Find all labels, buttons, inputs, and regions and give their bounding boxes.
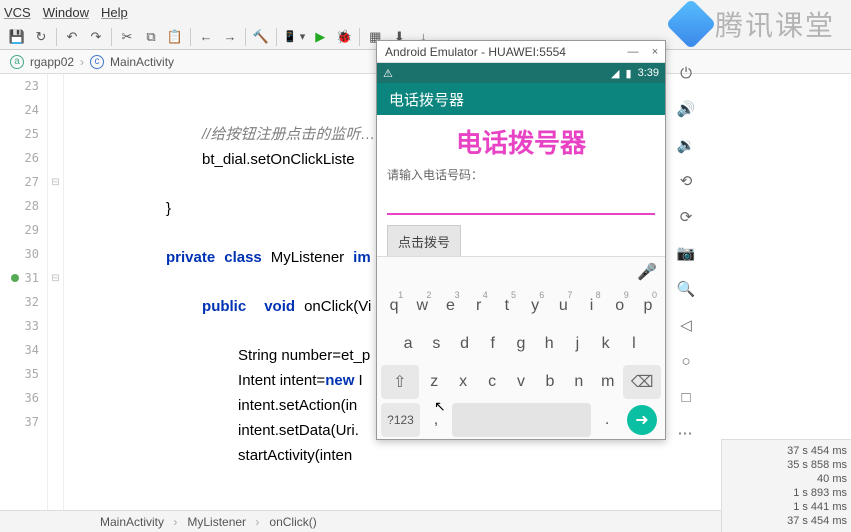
debug-icon[interactable]: 🐞 bbox=[335, 28, 353, 46]
app-icon: a bbox=[10, 55, 24, 69]
key-w[interactable]: w2 bbox=[409, 289, 435, 323]
key-c[interactable]: c bbox=[479, 365, 506, 399]
volume-down-icon[interactable]: 🔉 bbox=[675, 134, 697, 156]
power-icon[interactable]: ⏻ bbox=[675, 62, 697, 84]
key-p[interactable]: p0 bbox=[635, 289, 661, 323]
line-gutter: 23 24 25 26 27 28 29 30 31 32 33 34 35 3… bbox=[0, 74, 48, 532]
back-icon[interactable]: ← bbox=[197, 28, 215, 46]
key-b[interactable]: b bbox=[536, 365, 563, 399]
key-j[interactable]: j bbox=[564, 327, 590, 361]
paste-icon[interactable]: 📋 bbox=[166, 28, 184, 46]
zoom-icon[interactable]: 🔍 bbox=[675, 278, 697, 300]
soft-keyboard: 🎤 q1w2e3r4t5y6u7i8o9p0 asdfghjkl ⇧ zxcvb… bbox=[377, 256, 665, 439]
key-i[interactable]: i8 bbox=[578, 289, 604, 323]
signal-icon: ◢ bbox=[611, 67, 619, 80]
key-s[interactable]: s bbox=[423, 327, 449, 361]
class-icon: c bbox=[90, 55, 104, 69]
emulator-window: Android Emulator - HUAWEI:5554 — × ⚠ ◢ ▮… bbox=[376, 40, 666, 440]
key-g[interactable]: g bbox=[508, 327, 534, 361]
back-icon[interactable]: ◁ bbox=[675, 314, 697, 336]
bc-method[interactable]: onClick() bbox=[269, 515, 322, 529]
tencent-logo-icon bbox=[666, 0, 717, 49]
key-e[interactable]: e3 bbox=[437, 289, 463, 323]
key-l[interactable]: l bbox=[621, 327, 647, 361]
emulator-titlebar[interactable]: Android Emulator - HUAWEI:5554 — × bbox=[377, 41, 665, 63]
dial-button[interactable]: 点击拨号 bbox=[387, 225, 461, 258]
build-icon[interactable]: 🔨 bbox=[252, 28, 270, 46]
bc-class[interactable]: MainActivity bbox=[100, 515, 177, 529]
forward-icon[interactable]: → bbox=[221, 28, 239, 46]
menu-vcs[interactable]: VCS bbox=[4, 5, 31, 20]
watermark: 腾讯课堂 bbox=[673, 4, 835, 44]
key-f[interactable]: f bbox=[480, 327, 506, 361]
phone-input[interactable] bbox=[387, 189, 655, 215]
structure-breadcrumb: MainActivity MyListener onClick() bbox=[0, 510, 721, 532]
suggestion-bar: 🎤 bbox=[377, 257, 665, 287]
app-dropdown[interactable]: 📱 ▾ bbox=[283, 28, 305, 46]
app-title: 电话拨号器 bbox=[377, 115, 665, 164]
enter-key[interactable]: ➜ bbox=[627, 405, 657, 435]
refresh-icon[interactable]: ↻ bbox=[32, 28, 50, 46]
android-status-bar: ⚠ ◢ ▮ 3:39 bbox=[377, 63, 665, 83]
run-icon[interactable]: ▶ bbox=[311, 28, 329, 46]
key-a[interactable]: a bbox=[395, 327, 421, 361]
symbols-key[interactable]: ?123 bbox=[381, 403, 420, 437]
emulator-title: Android Emulator - HUAWEI:5554 bbox=[385, 45, 566, 59]
fold-gutter: ⊟ ⊟ bbox=[48, 74, 64, 532]
mouse-cursor: ↖ bbox=[434, 398, 446, 415]
app-content: 电话拨号器 请输入电话号码： 点击拨号 bbox=[377, 115, 665, 262]
more-icon[interactable]: ⋯ bbox=[675, 422, 697, 444]
save-icon[interactable]: 💾 bbox=[8, 28, 26, 46]
cut-icon[interactable]: ✂ bbox=[118, 28, 136, 46]
key-v[interactable]: v bbox=[508, 365, 535, 399]
menu-help[interactable]: Help bbox=[101, 5, 128, 20]
close-icon[interactable]: × bbox=[645, 44, 665, 60]
app-toolbar: 电话拨号器 bbox=[377, 83, 665, 115]
key-k[interactable]: k bbox=[593, 327, 619, 361]
warning-icon: ⚠ bbox=[383, 67, 393, 80]
home-icon[interactable]: ○ bbox=[675, 350, 697, 372]
shift-key[interactable]: ⇧ bbox=[381, 365, 419, 399]
emulator-side-toolbar: ⏻ 🔊 🔉 ⟲ ⟳ 📷 🔍 ◁ ○ □ ⋯ bbox=[672, 62, 700, 444]
key-z[interactable]: z bbox=[421, 365, 448, 399]
copy-icon[interactable]: ⧉ bbox=[142, 28, 160, 46]
key-q[interactable]: q1 bbox=[381, 289, 407, 323]
build-timing: 37 s 454 ms 35 s 858 ms 40 ms 1 s 893 ms… bbox=[721, 439, 851, 532]
key-m[interactable]: m bbox=[594, 365, 621, 399]
key-h[interactable]: h bbox=[536, 327, 562, 361]
period-key[interactable]: . bbox=[593, 403, 621, 437]
key-o[interactable]: o9 bbox=[607, 289, 633, 323]
bc-activity[interactable]: MainActivity bbox=[110, 55, 174, 69]
undo-icon[interactable]: ↶ bbox=[63, 28, 81, 46]
rotate-right-icon[interactable]: ⟳ bbox=[675, 206, 697, 228]
camera-icon[interactable]: 📷 bbox=[675, 242, 697, 264]
backspace-key[interactable]: ⌫ bbox=[623, 365, 661, 399]
key-n[interactable]: n bbox=[565, 365, 592, 399]
bc-inner[interactable]: MyListener bbox=[187, 515, 259, 529]
minimize-icon[interactable]: — bbox=[623, 44, 643, 60]
bc-project[interactable]: rgapp02 bbox=[30, 55, 74, 69]
space-key[interactable] bbox=[452, 403, 591, 437]
overview-icon[interactable]: □ bbox=[675, 386, 697, 408]
rotate-left-icon[interactable]: ⟲ bbox=[675, 170, 697, 192]
key-u[interactable]: u7 bbox=[550, 289, 576, 323]
volume-up-icon[interactable]: 🔊 bbox=[675, 98, 697, 120]
key-y[interactable]: y6 bbox=[522, 289, 548, 323]
clock: 3:39 bbox=[638, 67, 659, 79]
mic-icon[interactable]: 🎤 bbox=[637, 262, 657, 282]
menu-window[interactable]: Window bbox=[43, 5, 89, 20]
redo-icon[interactable]: ↷ bbox=[87, 28, 105, 46]
input-hint: 请输入电话号码： bbox=[377, 164, 665, 185]
battery-icon: ▮ bbox=[626, 67, 632, 80]
key-x[interactable]: x bbox=[450, 365, 477, 399]
key-t[interactable]: t5 bbox=[494, 289, 520, 323]
key-d[interactable]: d bbox=[451, 327, 477, 361]
key-r[interactable]: r4 bbox=[466, 289, 492, 323]
